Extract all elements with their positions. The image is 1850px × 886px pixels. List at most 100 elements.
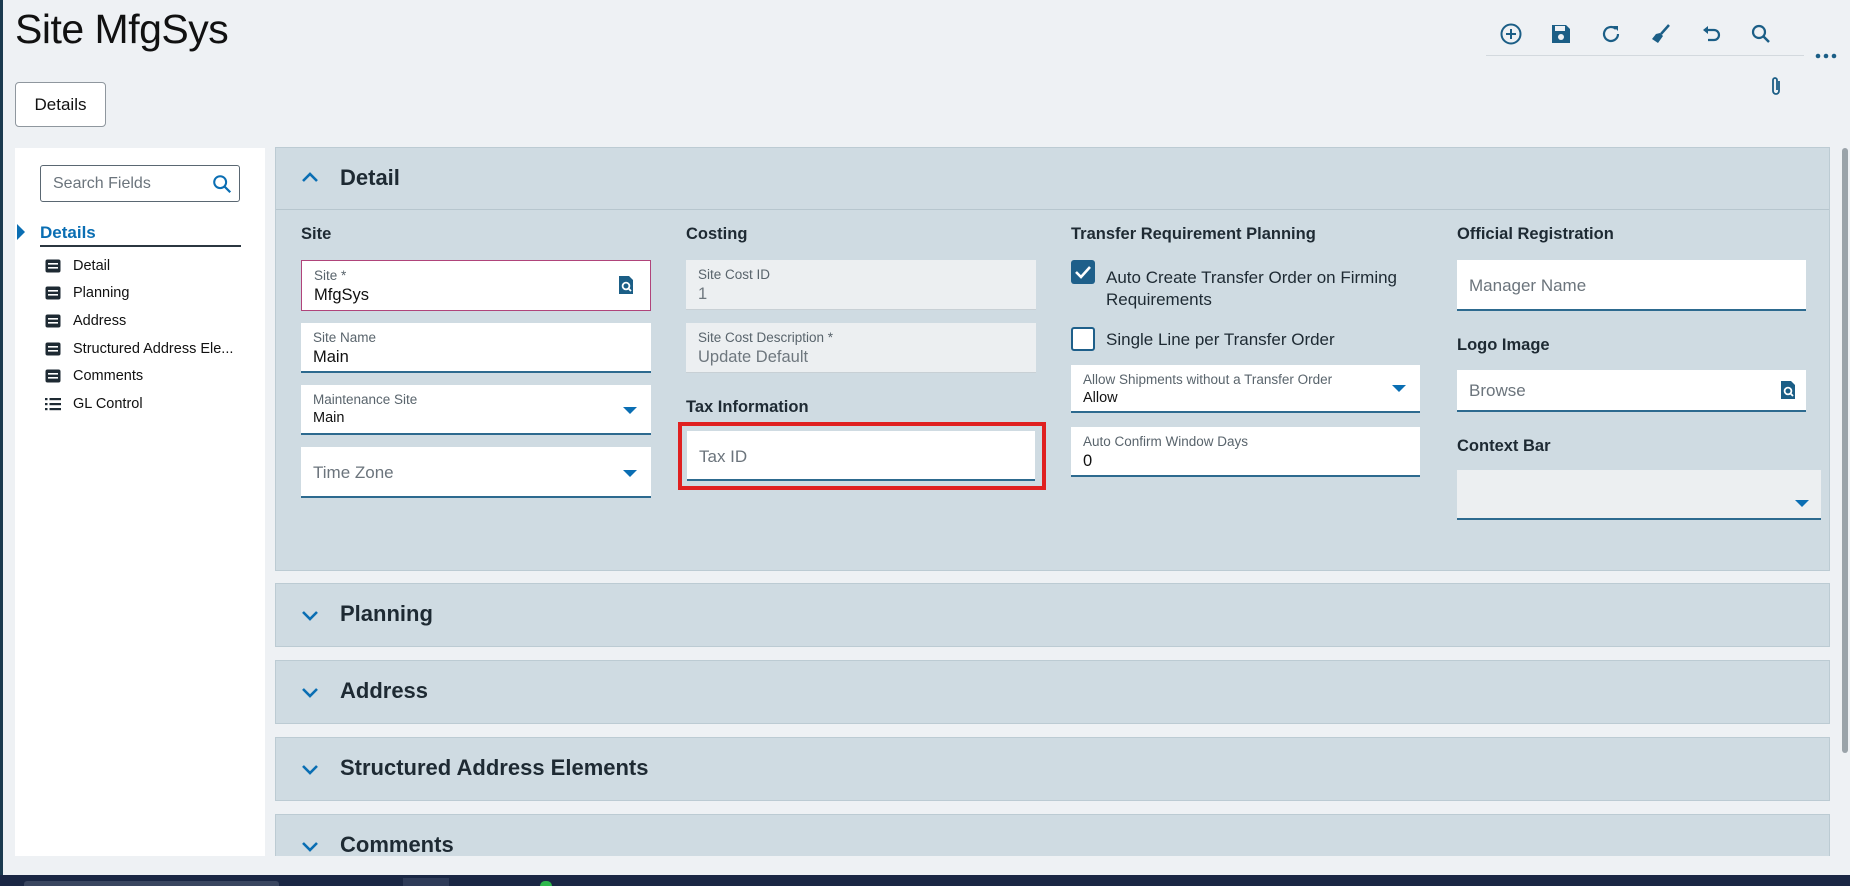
maintenance-site-select[interactable]: Maintenance Site Main <box>301 385 651 435</box>
tab-details[interactable]: Details <box>15 82 106 127</box>
site-field[interactable]: Site * MfgSys <box>301 260 651 311</box>
site-cost-id-value: 1 <box>698 285 708 303</box>
allow-shipments-select[interactable]: Allow Shipments without a Transfer Order… <box>1071 365 1420 413</box>
auto-create-transfer-order-checkbox[interactable] <box>1071 260 1095 284</box>
site-value: MfgSys <box>314 286 370 304</box>
sidebar-item-label: Address <box>73 312 127 329</box>
undo-icon <box>1703 26 1721 42</box>
sidebar-item-comments[interactable]: Comments <box>45 362 233 390</box>
lookup-icon[interactable] <box>1778 380 1798 400</box>
sidebar-item-planning[interactable]: Planning <box>45 280 233 308</box>
paperclip-icon <box>1772 77 1780 95</box>
form-icon <box>45 369 61 383</box>
section-address[interactable]: Address <box>275 660 1830 724</box>
refresh-button[interactable] <box>1586 16 1636 52</box>
section-title: Comments <box>340 832 454 856</box>
site-cost-description-value: Update Default <box>698 348 809 366</box>
undo-button[interactable] <box>1686 16 1736 52</box>
chevron-down-icon <box>302 688 318 698</box>
allow-shipments-label: Allow Shipments without a Transfer Order <box>1083 372 1333 387</box>
sidebar-group-details[interactable]: Details <box>15 218 241 248</box>
chevron-down-icon <box>623 407 637 414</box>
site-name-value: Main <box>313 348 349 366</box>
divider <box>276 209 1829 210</box>
toolbar <box>1486 16 1804 56</box>
form-icon <box>45 314 61 328</box>
search-fields-box[interactable] <box>40 165 240 202</box>
checkmark-icon <box>1075 266 1091 279</box>
official-registration-heading: Official Registration <box>1457 225 1614 243</box>
section-detail-header[interactable]: Detail <box>276 148 1829 210</box>
section-structured-address[interactable]: Structured Address Elements <box>275 737 1830 801</box>
auto-confirm-window-days-label: Auto Confirm Window Days <box>1083 434 1249 449</box>
sidebar-item-address[interactable]: Address <box>45 307 233 335</box>
sidebar-item-label: Comments <box>73 368 144 385</box>
context-bar-heading: Context Bar <box>1457 437 1551 455</box>
form-icon <box>45 286 61 300</box>
sidebar-item-detail[interactable]: Detail <box>45 252 233 280</box>
taskbar-item[interactable] <box>540 881 552 886</box>
sidebar: Details Detail Planning Address Structur… <box>15 148 265 856</box>
allow-shipments-value: Allow <box>1083 390 1118 406</box>
maintenance-site-label: Maintenance Site <box>313 392 418 407</box>
transfer-requirement-planning-heading: Transfer Requirement Planning <box>1071 225 1316 243</box>
chevron-down-icon <box>623 470 637 477</box>
sidebar-nav-list: Detail Planning Address Structured Addre… <box>45 252 233 418</box>
search-button[interactable] <box>1736 16 1786 52</box>
auto-create-line-1: Auto Create Transfer Order on Firming <box>1106 268 1398 287</box>
site-name-field[interactable]: Site Name Main <box>301 323 651 373</box>
section-title: Address <box>340 678 429 703</box>
section-title: Planning <box>340 601 433 626</box>
taskbar-item[interactable] <box>24 881 279 886</box>
context-bar-select[interactable] <box>1457 470 1821 520</box>
more-options-button[interactable] <box>1814 44 1838 68</box>
logo-image-browse-field[interactable]: Browse <box>1457 370 1806 412</box>
search-icon[interactable] <box>211 173 233 195</box>
site-heading: Site <box>301 225 332 243</box>
site-cost-description-label: Site Cost Description * <box>698 330 834 345</box>
section-title: Detail <box>340 165 400 190</box>
site-cost-description-field: Site Cost Description * Update Default <box>686 323 1036 373</box>
section-detail: Detail Site Site * MfgSys Site Name Main… <box>275 147 1830 571</box>
add-button[interactable] <box>1486 16 1536 52</box>
time-zone-placeholder: Time Zone <box>313 463 394 482</box>
auto-create-transfer-order-label: Auto Create Transfer Order on Firming Re… <box>1106 267 1397 311</box>
tax-id-placeholder: Tax ID <box>699 447 748 466</box>
page-title: Site MfgSys <box>15 6 229 52</box>
more-icon <box>1815 53 1837 59</box>
sidebar-item-label: Planning <box>73 285 130 302</box>
sidebar-item-gl-control[interactable]: GL Control <box>45 390 233 418</box>
window-edge <box>0 0 3 875</box>
scrollbar-thumb[interactable] <box>1842 148 1848 753</box>
save-icon <box>1552 25 1570 43</box>
add-icon <box>1500 23 1522 45</box>
taskbar-item[interactable] <box>403 878 449 886</box>
sidebar-item-structured-address[interactable]: Structured Address Ele... <box>45 335 233 363</box>
attachment-button[interactable] <box>1764 72 1788 100</box>
chevron-down-icon <box>1392 385 1406 392</box>
save-button[interactable] <box>1536 16 1586 52</box>
lookup-icon[interactable] <box>616 275 636 295</box>
logo-image-heading: Logo Image <box>1457 336 1550 354</box>
auto-confirm-window-days-field[interactable]: Auto Confirm Window Days 0 <box>1071 427 1420 477</box>
section-comments[interactable]: Comments <box>275 814 1830 856</box>
refresh-icon <box>1602 25 1620 43</box>
single-line-per-transfer-order-checkbox[interactable] <box>1071 327 1095 351</box>
manager-name-placeholder: Manager Name <box>1469 276 1587 295</box>
section-title: Structured Address Elements <box>340 755 649 780</box>
site-cost-id-label: Site Cost ID <box>698 267 771 282</box>
search-icon <box>1751 24 1770 43</box>
sidebar-item-label: Structured Address Ele... <box>73 340 234 357</box>
list-icon <box>45 397 61 410</box>
form-icon <box>45 259 61 273</box>
clear-button[interactable] <box>1636 16 1686 52</box>
search-fields-input[interactable] <box>53 174 203 193</box>
manager-name-field[interactable]: Manager Name <box>1457 260 1806 311</box>
chevron-down-icon <box>1795 500 1809 507</box>
costing-heading: Costing <box>686 225 748 243</box>
tax-id-field[interactable]: Tax ID <box>687 431 1035 481</box>
section-planning[interactable]: Planning <box>275 583 1830 647</box>
chevron-down-icon <box>302 842 318 852</box>
scrollbar[interactable] <box>1840 148 1850 848</box>
time-zone-select[interactable]: Time Zone <box>301 447 651 498</box>
